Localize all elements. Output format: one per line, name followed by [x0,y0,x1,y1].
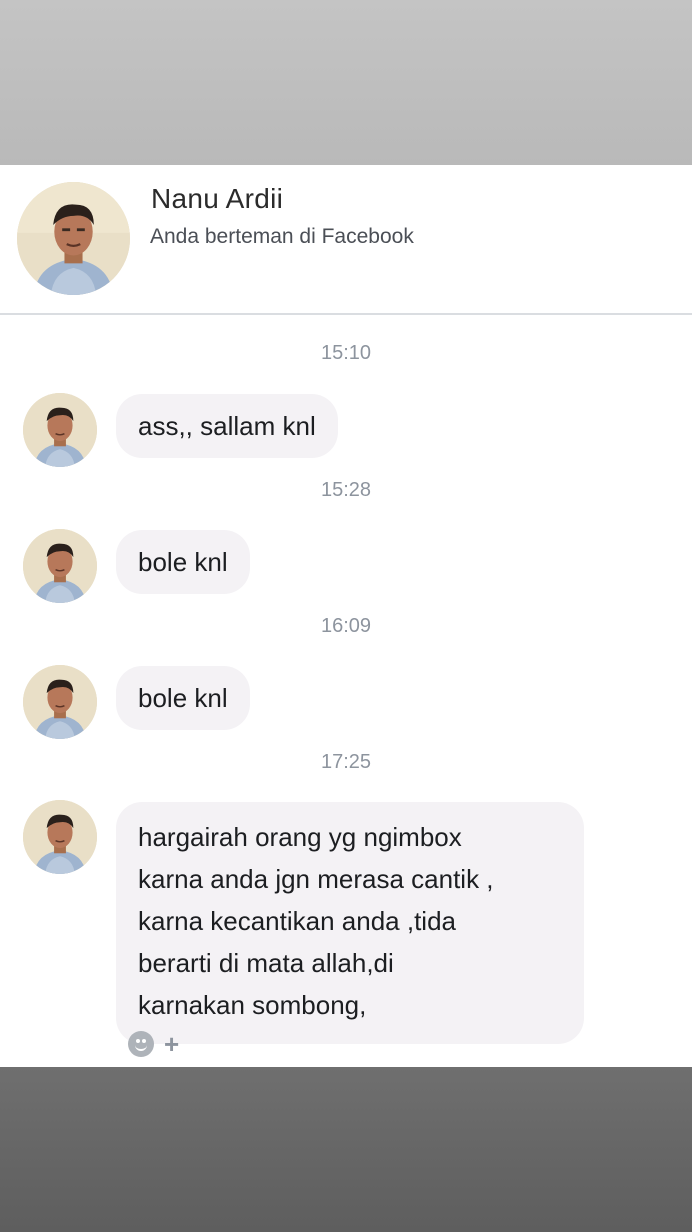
message-timestamp: 15:10 [320,342,372,364]
top-gray-band [0,0,692,165]
chat-header: Nanu Ardii Anda berteman di Facebook [0,165,692,315]
chat-screen: Nanu Ardii Anda berteman di Facebook 15:… [0,165,692,1067]
message-bubble[interactable]: ass,, sallam knl [116,394,338,458]
avatar-photo-icon [23,529,97,603]
smiley-icon[interactable] [128,1031,154,1057]
plus-icon[interactable]: + [164,1031,179,1057]
sender-avatar[interactable] [23,393,97,467]
avatar-photo-icon [23,393,97,467]
sender-avatar[interactable] [23,529,97,603]
message-timestamp: 17:25 [320,751,372,773]
avatar-photo-icon [17,182,130,295]
contact-name[interactable]: Nanu Ardii [151,183,283,215]
message-timestamp: 16:09 [320,615,372,637]
avatar-photo-icon [23,800,97,874]
message-bubble[interactable]: bole knl [116,666,250,730]
avatar-photo-icon [23,665,97,739]
sender-avatar[interactable] [23,665,97,739]
bottom-gray-band [0,1067,692,1232]
message-bubble[interactable]: bole knl [116,530,250,594]
reaction-bar[interactable]: + [128,1030,179,1058]
sender-avatar[interactable] [23,800,97,874]
message-bubble[interactable]: hargairah orang yg ngimbox karna anda jg… [116,802,584,1044]
friendship-status: Anda berteman di Facebook [150,225,414,248]
contact-avatar[interactable] [17,182,130,295]
message-timestamp: 15:28 [320,479,372,501]
